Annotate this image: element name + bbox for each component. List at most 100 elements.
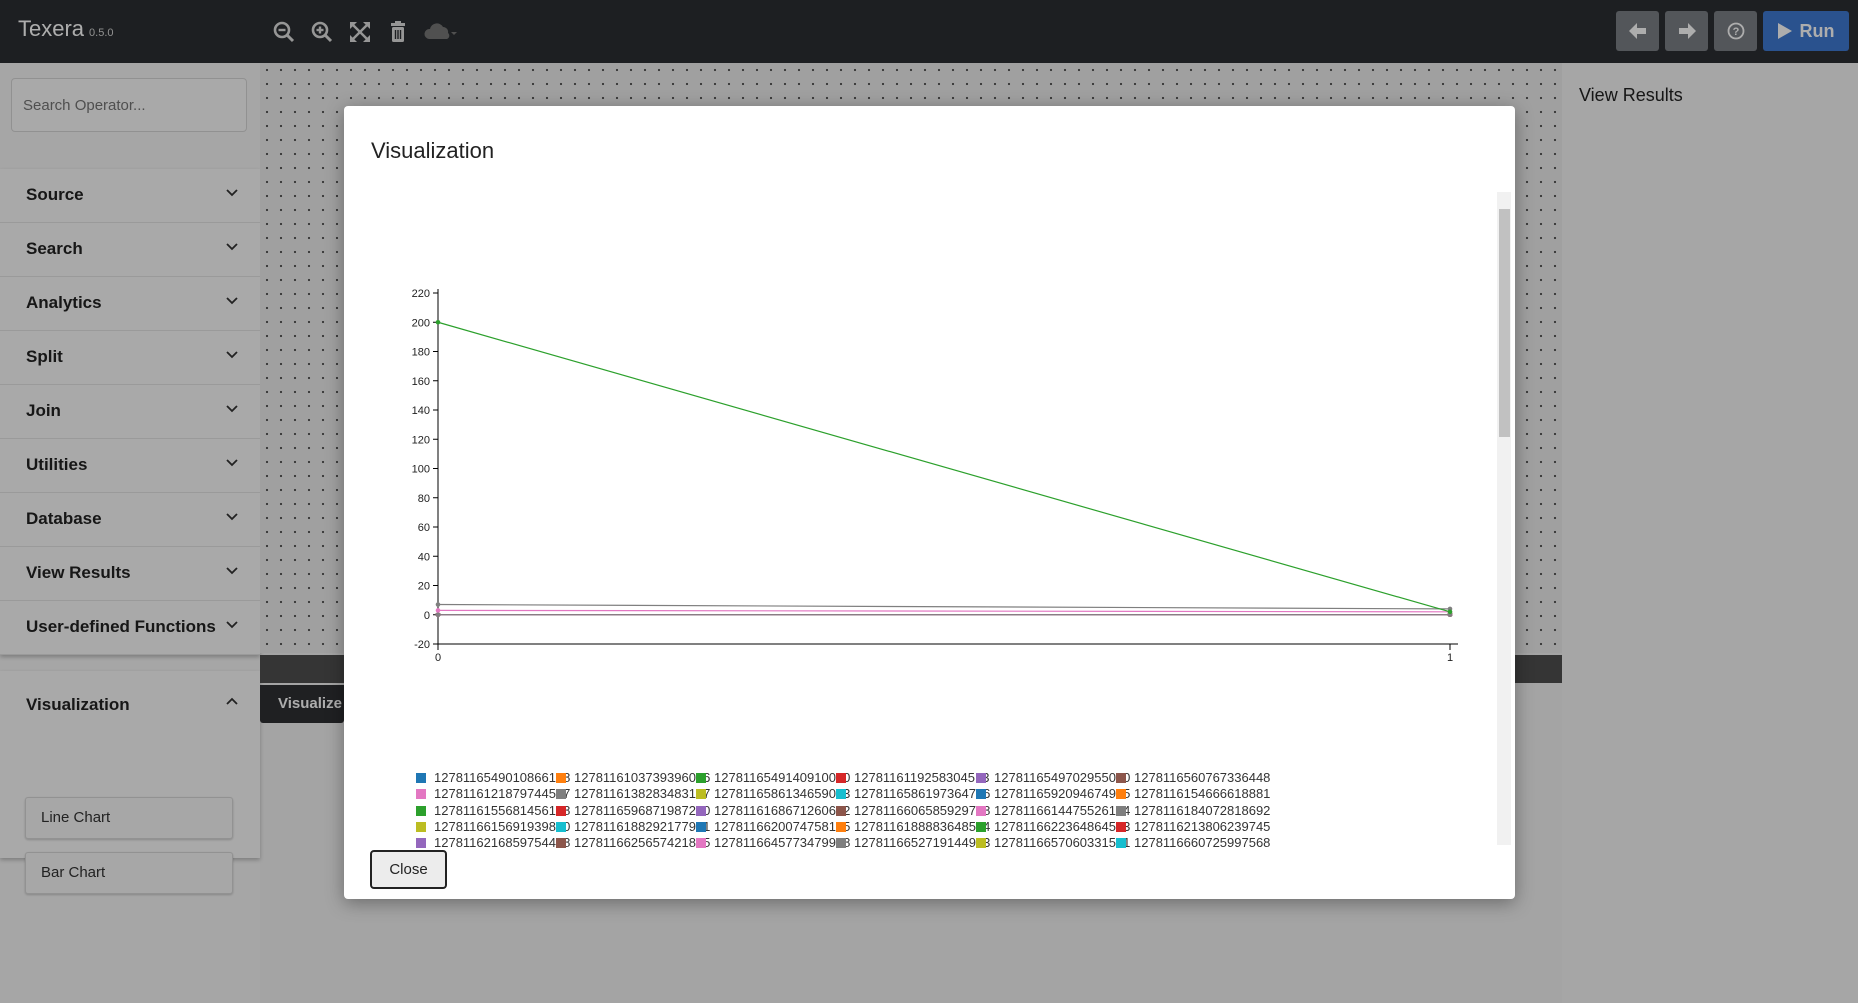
data-point	[435, 612, 441, 618]
y-tick-label: 180	[412, 347, 430, 359]
legend-swatch	[696, 773, 706, 783]
data-point	[435, 319, 441, 325]
legend-swatch	[556, 773, 566, 783]
legend-item[interactable]: 1278116606585929728	[836, 803, 990, 821]
legend-label: 1278116614475526144	[994, 802, 1131, 818]
legend-item[interactable]: 1278116615691939840	[416, 819, 570, 837]
data-point	[435, 602, 441, 607]
legend-item[interactable]: 1278116216859754498	[416, 835, 570, 850]
legend-label: 1278116549140910080	[714, 770, 851, 785]
legend-swatch	[416, 805, 426, 816]
series-line	[437, 321, 1451, 613]
legend-label: 1278116592094674945	[994, 786, 1131, 802]
legend-item[interactable]: 1278116155681456128	[416, 803, 570, 821]
legend-label: 1278116652719144963	[854, 835, 991, 850]
legend-label: 1278116620074758145	[714, 818, 851, 834]
legend-item[interactable]: 1278116645773479938	[696, 835, 850, 850]
legend-swatch	[976, 838, 986, 849]
legend-swatch	[416, 838, 426, 849]
x-tick-label: 1	[1447, 652, 1453, 664]
dialog-scrollbar-thumb[interactable]	[1499, 209, 1510, 437]
legend-label: 1278116216859754498	[434, 835, 571, 850]
legend-label: 1278116155681456128	[434, 802, 571, 818]
legend-swatch	[1116, 821, 1126, 832]
legend-item[interactable]: 1278116188883648514	[836, 819, 990, 837]
legend-item[interactable]: 1278116586134659073	[696, 786, 850, 804]
legend-item[interactable]: 1278116586197364736	[836, 786, 990, 804]
legend-label: 1278116188292177921	[574, 818, 711, 834]
legend-item[interactable]: 1278116652719144963	[836, 835, 990, 850]
legend-item[interactable]: 1278116614475526144	[976, 803, 1130, 821]
legend-item[interactable]: 1278116549702955010	[976, 770, 1130, 788]
legend-swatch	[556, 838, 566, 849]
legend-label: 1278116119258304513	[854, 770, 990, 785]
legend-item[interactable]: 1278116560767336448	[1116, 770, 1270, 788]
legend-label: 1278116657060331521	[994, 835, 1131, 850]
series-line	[437, 603, 1451, 610]
legend-item[interactable]: 1278116184072818692	[1116, 803, 1270, 821]
legend-item[interactable]: 1278116620074758145	[696, 819, 850, 837]
legend-item[interactable]: 1278116657060331521	[976, 835, 1130, 850]
legend-swatch	[696, 789, 706, 800]
legend-item[interactable]: 1278116625657421825	[556, 835, 710, 850]
legend-swatch	[836, 821, 846, 832]
legend-item[interactable]: 1278116168671260672	[696, 803, 850, 821]
legend-label: 1278116645773479938	[714, 835, 851, 850]
legend-swatch	[836, 838, 846, 849]
legend-label: 1278116121879744517	[434, 786, 571, 802]
y-tick-label: 60	[418, 522, 430, 534]
visualization-dialog: Visualization -20 0 20 40 60 80 100 120 140 160 18…	[344, 106, 1515, 899]
legend-swatch	[696, 838, 706, 849]
legend-label: 1278116596871987200	[574, 802, 711, 818]
y-tick-label: 0	[424, 610, 430, 622]
y-tick-label: 80	[418, 493, 430, 505]
legend-swatch	[836, 773, 846, 783]
legend-label: 1278116606585929728	[854, 802, 991, 818]
legend-item[interactable]: 1278116549010866178	[416, 770, 570, 788]
y-tick-label: -20	[414, 639, 430, 651]
series-line	[437, 609, 1451, 613]
y-tick-label: 140	[412, 405, 430, 417]
legend-swatch	[1116, 773, 1126, 783]
chart-scroll-area[interactable]: -20 0 20 40 60 80 100 120 140 160 180 200 220 0 1 1278…	[370, 188, 1507, 850]
data-point	[1447, 609, 1453, 615]
legend-label: 1278116622364864513	[994, 818, 1131, 834]
legend-item[interactable]: 1278116138283483137	[556, 786, 710, 804]
legend-swatch	[1116, 805, 1126, 816]
legend-item[interactable]: 1278116103739396096	[556, 770, 710, 788]
legend-swatch	[836, 805, 846, 816]
legend-item[interactable]: 1278116549140910080	[696, 770, 850, 788]
legend-swatch	[836, 789, 846, 800]
data-point	[435, 608, 441, 613]
legend-swatch	[416, 821, 426, 832]
legend-swatch	[416, 773, 426, 783]
y-tick-label: 20	[418, 581, 430, 593]
legend-label: 1278116549010866178	[434, 770, 571, 785]
legend-swatch	[556, 821, 566, 832]
legend-item[interactable]: 1278116213806239745	[1116, 819, 1270, 837]
legend-item[interactable]: 1278116592094674945	[976, 786, 1130, 804]
y-tick-label: 200	[412, 317, 430, 329]
legend-label: 1278116138283483137	[574, 786, 711, 802]
legend-swatch	[1116, 838, 1126, 849]
legend-label: 1278116549702955010	[994, 770, 1131, 785]
legend-label: 1278116660725997568	[1134, 835, 1271, 850]
legend-label: 1278116168671260672	[714, 802, 851, 818]
close-button[interactable]: Close	[370, 850, 447, 889]
line-chart: -20 0 20 40 60 80 100 120 140 160 180 200 220 0 1	[412, 288, 1458, 664]
legend-swatch	[976, 821, 986, 832]
legend-item[interactable]: 1278116660725997568	[1116, 835, 1270, 850]
legend-item[interactable]: 1278116154666618881	[1116, 786, 1270, 804]
legend-item[interactable]: 1278116188292177921	[556, 819, 710, 837]
legend-item[interactable]: 1278116119258304513	[836, 770, 989, 788]
legend-item[interactable]: 1278116596871987200	[556, 803, 710, 821]
legend-item[interactable]: 1278116622364864513	[976, 819, 1130, 837]
legend-label: 1278116154666618881	[1134, 786, 1271, 802]
legend-swatch	[976, 773, 986, 783]
legend-swatch	[416, 789, 426, 800]
legend-label: 1278116184072818692	[1134, 802, 1271, 818]
legend-label: 1278116625657421825	[574, 835, 711, 850]
legend-label: 1278116103739396096	[574, 770, 711, 785]
legend-label: 1278116188883648514	[854, 818, 991, 834]
legend-item[interactable]: 1278116121879744517	[416, 786, 570, 804]
